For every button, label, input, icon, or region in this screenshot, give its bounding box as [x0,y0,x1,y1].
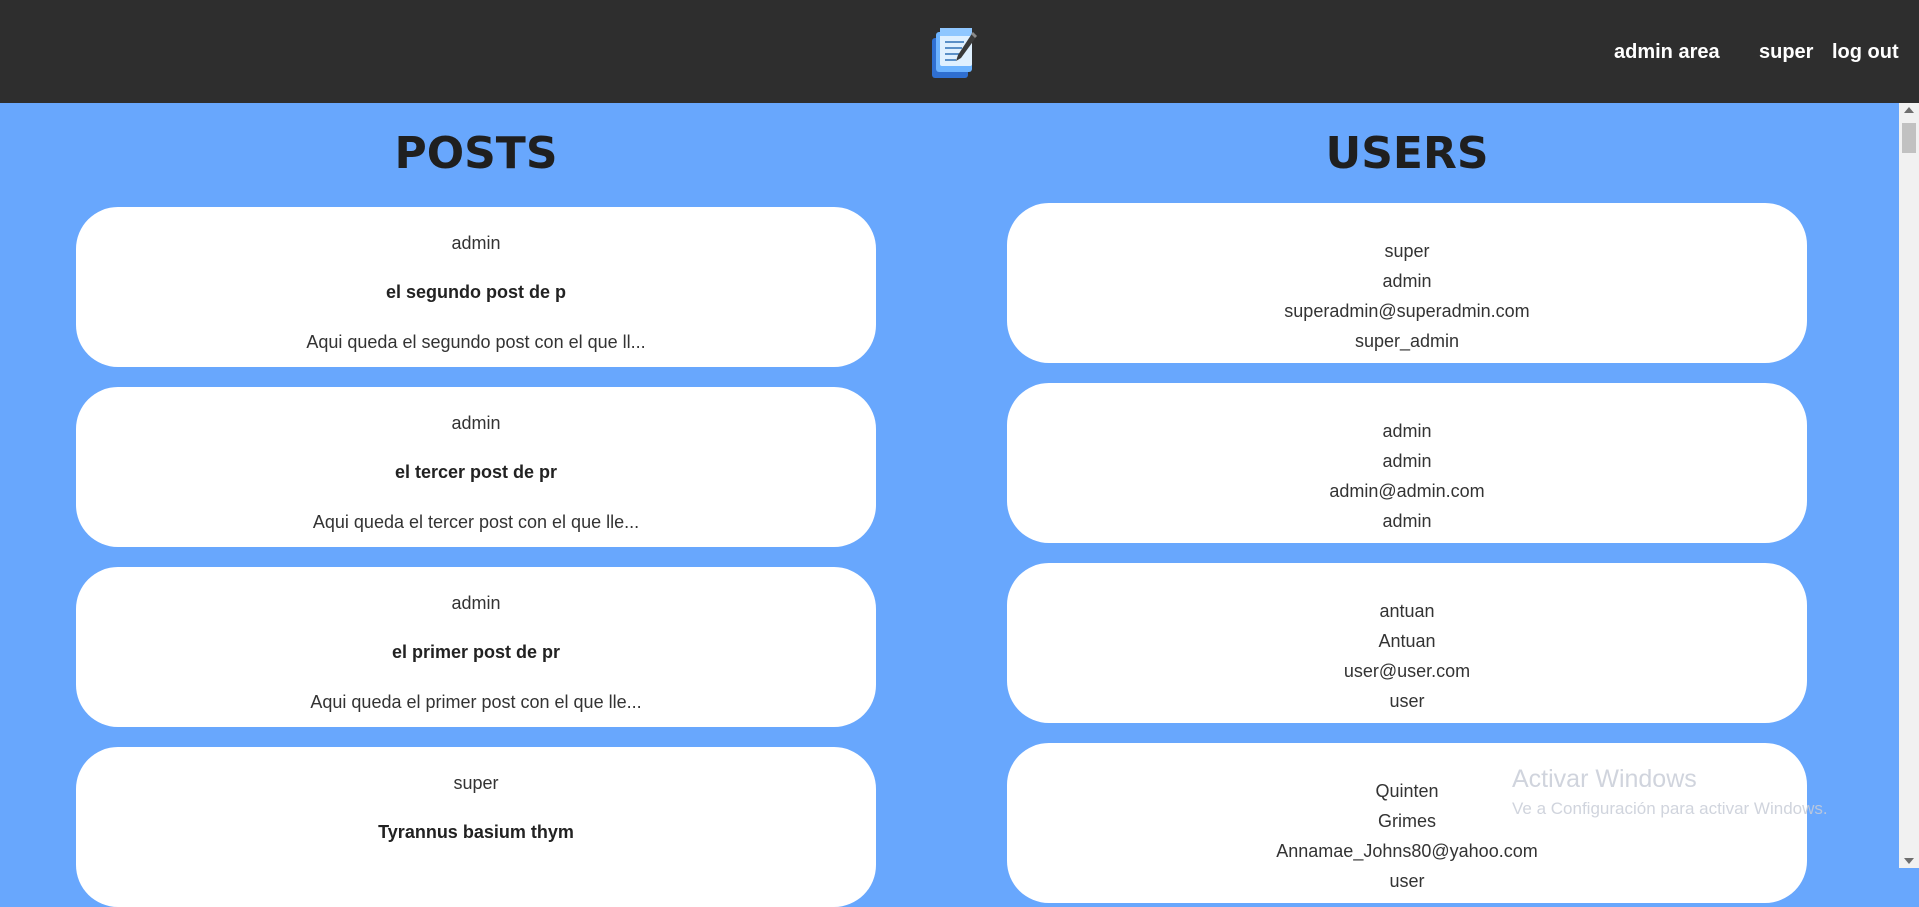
post-card[interactable]: admin el primer post de pr Aqui queda el… [76,567,876,727]
windows-activation-watermark: Activar Windows Ve a Configuración para … [1512,764,1828,820]
post-title: el segundo post de p [385,282,566,302]
user-role: user [1389,871,1425,891]
users-heading: USERS [1325,128,1489,179]
user-email: Annamae_Johns80@yahoo.com [1276,841,1538,861]
user-name: Antuan [1378,631,1436,651]
post-title: el tercer post de pr [394,462,558,482]
current-user-link[interactable]: super [1759,40,1813,64]
post-card[interactable]: admin el tercer post de pr Aqui queda el… [76,387,876,547]
notepad-logo-icon[interactable] [926,24,978,80]
user-name: admin [1382,271,1432,291]
post-author: admin [451,413,501,433]
user-username: antuan [1379,601,1435,621]
user-username: admin [1382,421,1432,441]
user-card[interactable]: super admin superadmin@superadmin.com su… [1007,203,1807,363]
posts-heading: POSTS [394,128,558,179]
user-card[interactable]: admin admin admin@admin.com admin [1007,383,1807,543]
post-card[interactable]: admin el segundo post de p Aqui queda el… [76,207,876,367]
post-excerpt: Aqui queda el primer post con el que lle… [310,692,642,712]
post-title: el primer post de pr [391,642,561,662]
post-author: super [453,773,499,793]
scroll-up-arrow-icon[interactable] [1904,107,1914,113]
user-role: super_admin [1354,331,1460,351]
user-email: superadmin@superadmin.com [1284,301,1530,321]
user-role: admin [1382,511,1432,531]
scroll-down-arrow-icon[interactable] [1904,858,1914,864]
top-navbar: admin area super log out [0,0,1919,103]
watermark-title: Activar Windows [1512,765,1697,793]
vertical-scrollbar[interactable] [1899,103,1919,868]
watermark-subtitle: Ve a Configuración para activar Windows. [1512,799,1828,818]
scroll-thumb[interactable] [1902,123,1916,153]
post-excerpt: Aqui queda el segundo post con el que ll… [306,332,646,352]
admin-area-link[interactable]: admin area [1614,40,1720,64]
post-excerpt: Aqui queda el tercer post con el que lle… [312,512,640,532]
user-email: admin@admin.com [1329,481,1485,501]
logout-link[interactable]: log out [1832,40,1899,64]
user-role: user [1389,691,1425,711]
user-email: user@user.com [1343,661,1471,681]
user-name: admin [1382,451,1432,471]
post-card[interactable]: super Tyrannus basium thym [76,747,876,907]
post-title: Tyrannus basium thym [378,822,574,842]
user-username: super [1384,241,1430,261]
user-card[interactable]: antuan Antuan user@user.com user [1007,563,1807,723]
post-author: admin [451,233,501,253]
post-author: admin [451,593,501,613]
